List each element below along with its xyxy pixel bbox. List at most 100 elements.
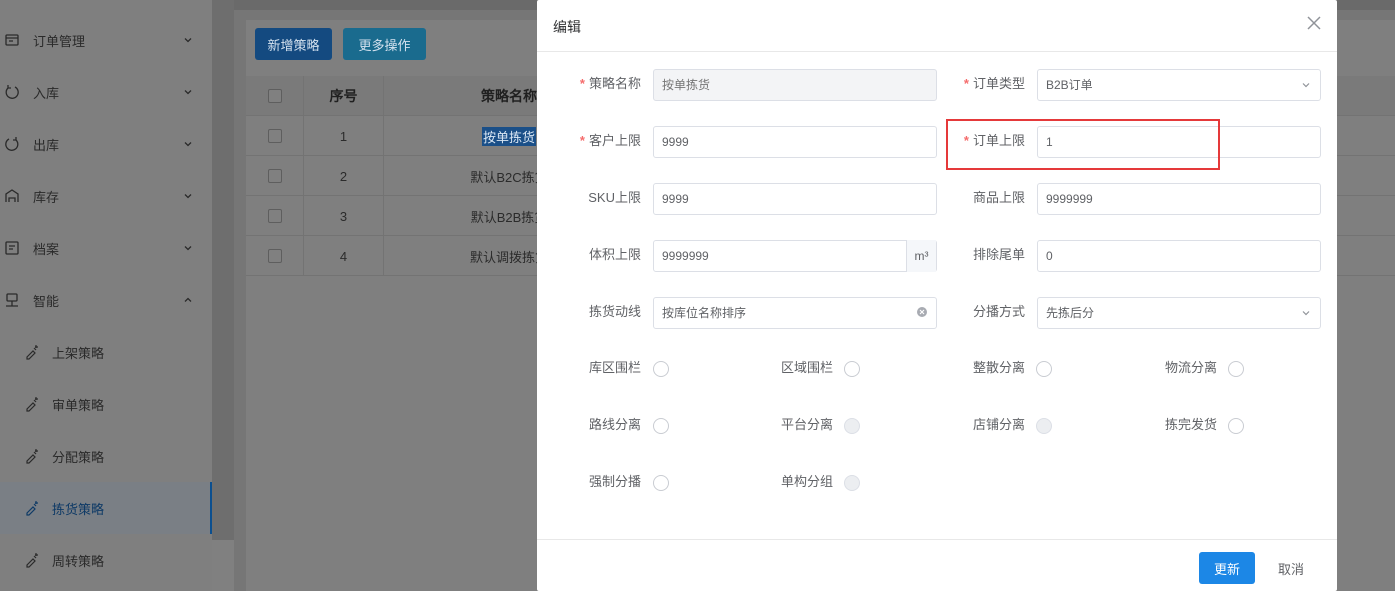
row-index: 4	[304, 236, 384, 276]
warehouse-icon	[5, 189, 19, 202]
pick-route-select[interactable]: 按库位名称排序	[653, 297, 937, 329]
row-index: 1	[304, 116, 384, 156]
chevron-down-icon	[184, 194, 192, 199]
row-checkbox[interactable]	[267, 249, 282, 263]
sort-mode-label: 分播方式	[972, 304, 1025, 319]
volume-limit-input[interactable]	[653, 240, 937, 272]
sidebar-item-label: 订单管理	[33, 33, 86, 49]
sidebar-item-label: 入库	[33, 85, 60, 101]
whole-loose-split-label: 整散分离	[972, 360, 1025, 375]
cancel-button[interactable]: 取消	[1270, 552, 1312, 584]
edit-dialog: 编辑 *策略名称 *订单类型 B2B订单 *客户上限 *订单上限 SKU上限 商…	[537, 0, 1337, 591]
row-index: 3	[304, 196, 384, 236]
area-fence-label: 区域围栏	[780, 360, 833, 375]
update-button[interactable]: 更新	[1199, 552, 1255, 584]
exclude-tail-label: 排除尾单	[972, 247, 1025, 262]
dialog-header: 编辑	[537, 0, 1337, 52]
sidebar-item-outbound[interactable]: 出库	[0, 118, 212, 170]
row-checkbox[interactable]	[267, 209, 282, 223]
forced-sorting-radio[interactable]	[653, 475, 669, 491]
ship-after-pick-radio[interactable]	[1228, 418, 1244, 434]
chevron-down-icon	[184, 38, 192, 43]
strategy-icon	[26, 553, 38, 568]
required-mark: *	[579, 76, 585, 91]
sidebar-item-label: 出库	[33, 137, 60, 153]
customer-limit-input[interactable]	[653, 126, 937, 158]
strategy-icon	[26, 345, 38, 360]
shop-split-label: 店铺分离	[972, 417, 1025, 432]
volume-limit-label: 体积上限	[588, 247, 641, 262]
exclude-tail-input[interactable]	[1037, 240, 1321, 272]
sidebar: 订单管理 入库 出库 库存 档案 智能 上架策略 审单策略 分配策略 拣货策略 …	[0, 0, 212, 591]
customer-limit-label: * 客户上限	[579, 133, 641, 148]
pick-route-label: 拣货动线	[588, 304, 641, 319]
platform-split-label: 平台分离	[780, 417, 833, 432]
sku-limit-input[interactable]	[653, 183, 937, 215]
sidebar-item-smart[interactable]: 智能	[0, 274, 212, 326]
archive-icon	[5, 241, 19, 255]
chevron-down-icon	[184, 246, 192, 251]
order-icon	[5, 34, 19, 46]
logistics-split-label: 物流分离	[1164, 360, 1217, 375]
sidebar-item-inbound[interactable]: 入库	[0, 66, 212, 118]
route-split-label: 路线分离	[588, 417, 641, 432]
sidebar-item-allocation-strategy[interactable]: 分配策略	[0, 430, 212, 482]
add-strategy-button[interactable]: 新增策略	[255, 28, 332, 60]
row-name: 按单拣货	[481, 126, 536, 146]
annotation-highlight-box	[946, 119, 1220, 170]
sidebar-item-picking-strategy[interactable]: 拣货策略	[0, 482, 212, 534]
inbound-icon	[5, 85, 19, 99]
sidebar-item-turnover-strategy[interactable]: 周转策略	[0, 534, 212, 586]
required-mark: *	[579, 133, 585, 148]
sidebar-item-label: 审单策略	[52, 397, 105, 413]
select-all-checkbox[interactable]	[267, 89, 282, 103]
sidebar-item-label: 库存	[33, 189, 60, 205]
sidebar-item-label: 档案	[33, 241, 60, 257]
sidebar-item-putaway-strategy[interactable]: 上架策略	[0, 326, 212, 378]
zone-fence-label: 库区围栏	[588, 360, 641, 375]
row-checkbox[interactable]	[267, 129, 282, 143]
sidebar-item-label: 拣货策略	[52, 501, 105, 517]
sidebar-item-label: 周转策略	[52, 553, 105, 569]
zone-fence-radio[interactable]	[653, 361, 669, 377]
required-mark: *	[963, 76, 969, 91]
row-index: 2	[304, 156, 384, 196]
order-type-select[interactable]: B2B订单	[1037, 69, 1321, 101]
goods-limit-label: 商品上限	[972, 190, 1025, 205]
goods-limit-input[interactable]	[1037, 183, 1321, 215]
chevron-down-icon	[1302, 83, 1310, 88]
sidebar-item-order-management[interactable]: 订单管理	[0, 14, 212, 66]
smart-icon	[6, 293, 18, 307]
volume-unit: m³	[906, 240, 936, 272]
platform-split-radio	[844, 418, 860, 434]
ship-after-pick-label: 拣完发货	[1164, 417, 1217, 432]
strategy-icon	[26, 449, 38, 464]
shop-split-radio	[1036, 418, 1052, 434]
clear-icon[interactable]	[916, 306, 928, 318]
strategy-name-label: * 策略名称	[579, 76, 641, 91]
order-type-label: * 订单类型	[963, 76, 1025, 91]
sidebar-item-inventory[interactable]: 库存	[0, 170, 212, 222]
strategy-name-input	[653, 69, 937, 101]
sidebar-item-archive[interactable]: 档案	[0, 222, 212, 274]
chevron-down-icon	[184, 90, 192, 95]
header-index: 序号	[304, 76, 384, 116]
forced-sorting-label: 强制分播	[588, 474, 641, 489]
sidebar-item-label: 分配策略	[52, 449, 105, 465]
whole-loose-split-radio[interactable]	[1036, 361, 1052, 377]
route-split-radio[interactable]	[653, 418, 669, 434]
sort-mode-select[interactable]: 先拣后分	[1037, 297, 1321, 329]
sidebar-item-label: 智能	[33, 293, 60, 309]
outbound-icon	[5, 137, 19, 151]
sidebar-item-label: 上架策略	[52, 345, 105, 361]
sidebar-item-audit-strategy[interactable]: 审单策略	[0, 378, 212, 430]
logistics-split-radio[interactable]	[1228, 361, 1244, 377]
more-actions-button[interactable]: 更多操作	[343, 28, 426, 60]
row-checkbox[interactable]	[267, 169, 282, 183]
close-icon[interactable]	[1305, 14, 1323, 32]
strategy-icon	[26, 397, 38, 412]
chevron-up-icon	[184, 297, 192, 302]
strategy-icon	[26, 501, 38, 516]
area-fence-radio[interactable]	[844, 361, 860, 377]
sidebar-scroll-gutter	[212, 0, 234, 540]
